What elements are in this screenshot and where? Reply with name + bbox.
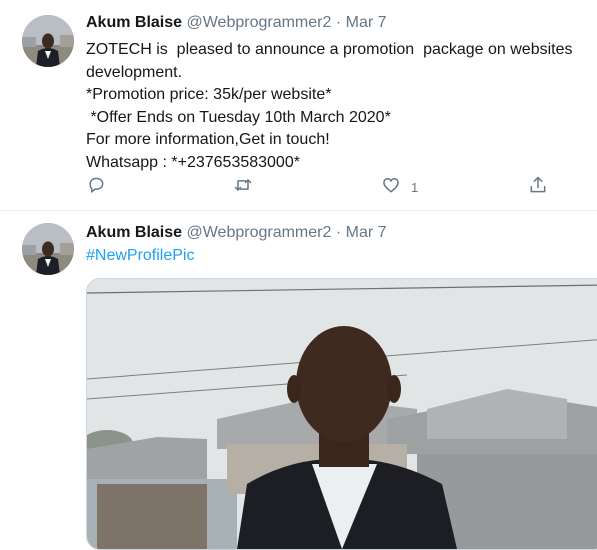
hashtag-link[interactable]: #NewProfilePic [86,247,194,265]
tweet[interactable]: Akum Blaise @Webprogrammer2 · Mar 7 #New… [0,211,597,550]
avatar[interactable] [22,223,74,275]
author-name[interactable]: Akum Blaise [86,224,182,241]
tweet-date[interactable]: Mar 7 [346,14,387,31]
retweet-button[interactable] [233,175,253,199]
tweet-header: Akum Blaise @Webprogrammer2 · Mar 7 [86,224,387,242]
author-name[interactable]: Akum Blaise [86,14,182,31]
tweet-text: ZOTECH is pleased to announce a promotio… [86,41,573,171]
retweet-icon [233,175,253,200]
separator-dot: · [335,14,342,31]
tweet-actions: 1 [86,175,566,199]
like-button[interactable]: 1 [381,175,418,199]
reply-icon [86,175,106,200]
heart-icon [381,175,401,200]
tweet[interactable]: Akum Blaise @Webprogrammer2 · Mar 7 ZOTE… [0,0,597,211]
author-handle[interactable]: @Webprogrammer2 [187,14,332,31]
reply-button[interactable] [86,175,106,199]
like-count: 1 [411,179,419,195]
tweet-date[interactable]: Mar 7 [346,224,387,241]
avatar[interactable] [22,15,74,67]
author-handle[interactable]: @Webprogrammer2 [187,224,332,241]
separator-dot: · [335,224,342,241]
share-icon [528,175,548,200]
tweet-header: Akum Blaise @Webprogrammer2 · Mar 7 [86,14,387,32]
tweet-photo[interactable] [86,278,597,550]
share-button[interactable] [528,175,548,199]
